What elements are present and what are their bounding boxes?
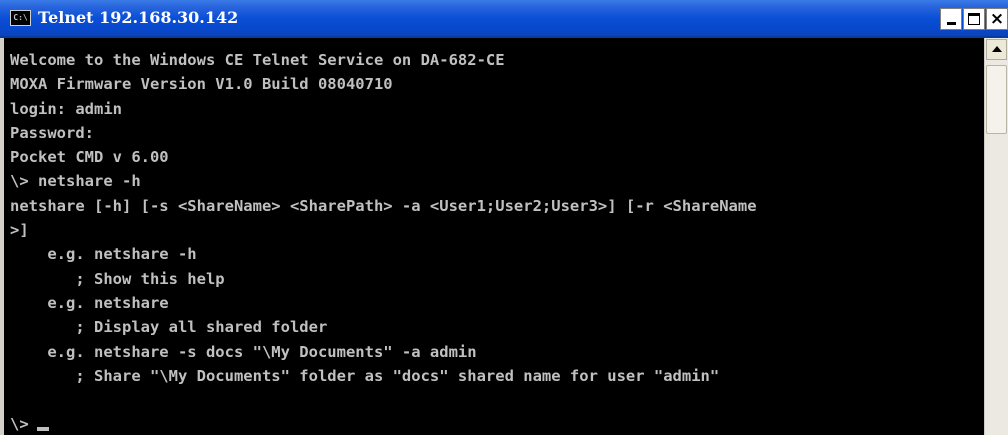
- maximize-icon: [968, 13, 980, 25]
- command-prompt[interactable]: \>: [10, 412, 49, 435]
- window-title: Telnet 192.168.30.142: [38, 8, 239, 27]
- console-line: >]: [10, 221, 29, 240]
- console-line: login: admin: [10, 99, 122, 118]
- close-button[interactable]: ×: [986, 8, 1008, 30]
- console-line: Welcome to the Windows CE Telnet Service…: [10, 51, 505, 69]
- console-line: netshare [-h] [-s <ShareName> <SharePath…: [10, 196, 757, 215]
- console-line: e.g. netshare -h: [10, 245, 197, 264]
- console-lines: Welcome to the Windows CE Telnet Service…: [10, 48, 757, 388]
- console-line: ; Show this help: [10, 269, 225, 288]
- maximize-button[interactable]: [963, 8, 985, 30]
- console-line: MOXA Firmware Version V1.0 Build 0804071…: [10, 75, 393, 94]
- console-output[interactable]: Welcome to the Windows CE Telnet Service…: [4, 38, 984, 435]
- console-icon[interactable]: C:\: [10, 10, 31, 26]
- vertical-scrollbar[interactable]: [984, 38, 1008, 435]
- console-line: Pocket CMD v 6.00: [10, 148, 169, 167]
- console-line: e.g. netshare: [10, 293, 169, 312]
- console-line: \> netshare -h: [10, 172, 141, 191]
- console-line: e.g. netshare -s docs "\My Documents" -a…: [10, 342, 477, 361]
- scroll-thumb[interactable]: [986, 65, 1007, 134]
- up-arrow-icon: [992, 46, 1002, 52]
- telnet-window: C:\ Telnet 192.168.30.142 × Welcome to t…: [0, 0, 1008, 435]
- console-line: ; Display all shared folder: [10, 318, 328, 337]
- title-bar[interactable]: C:\ Telnet 192.168.30.142 ×: [0, 0, 1008, 38]
- console-line: ; Share "\My Documents" folder as "docs"…: [10, 366, 720, 385]
- text-cursor: [36, 427, 49, 431]
- minimize-button[interactable]: [940, 8, 962, 30]
- scroll-up-button[interactable]: [986, 39, 1007, 60]
- console-line: Password:: [10, 123, 94, 142]
- minimize-icon: [947, 22, 956, 25]
- close-icon: ×: [989, 9, 1005, 29]
- prompt-text: \>: [10, 415, 29, 433]
